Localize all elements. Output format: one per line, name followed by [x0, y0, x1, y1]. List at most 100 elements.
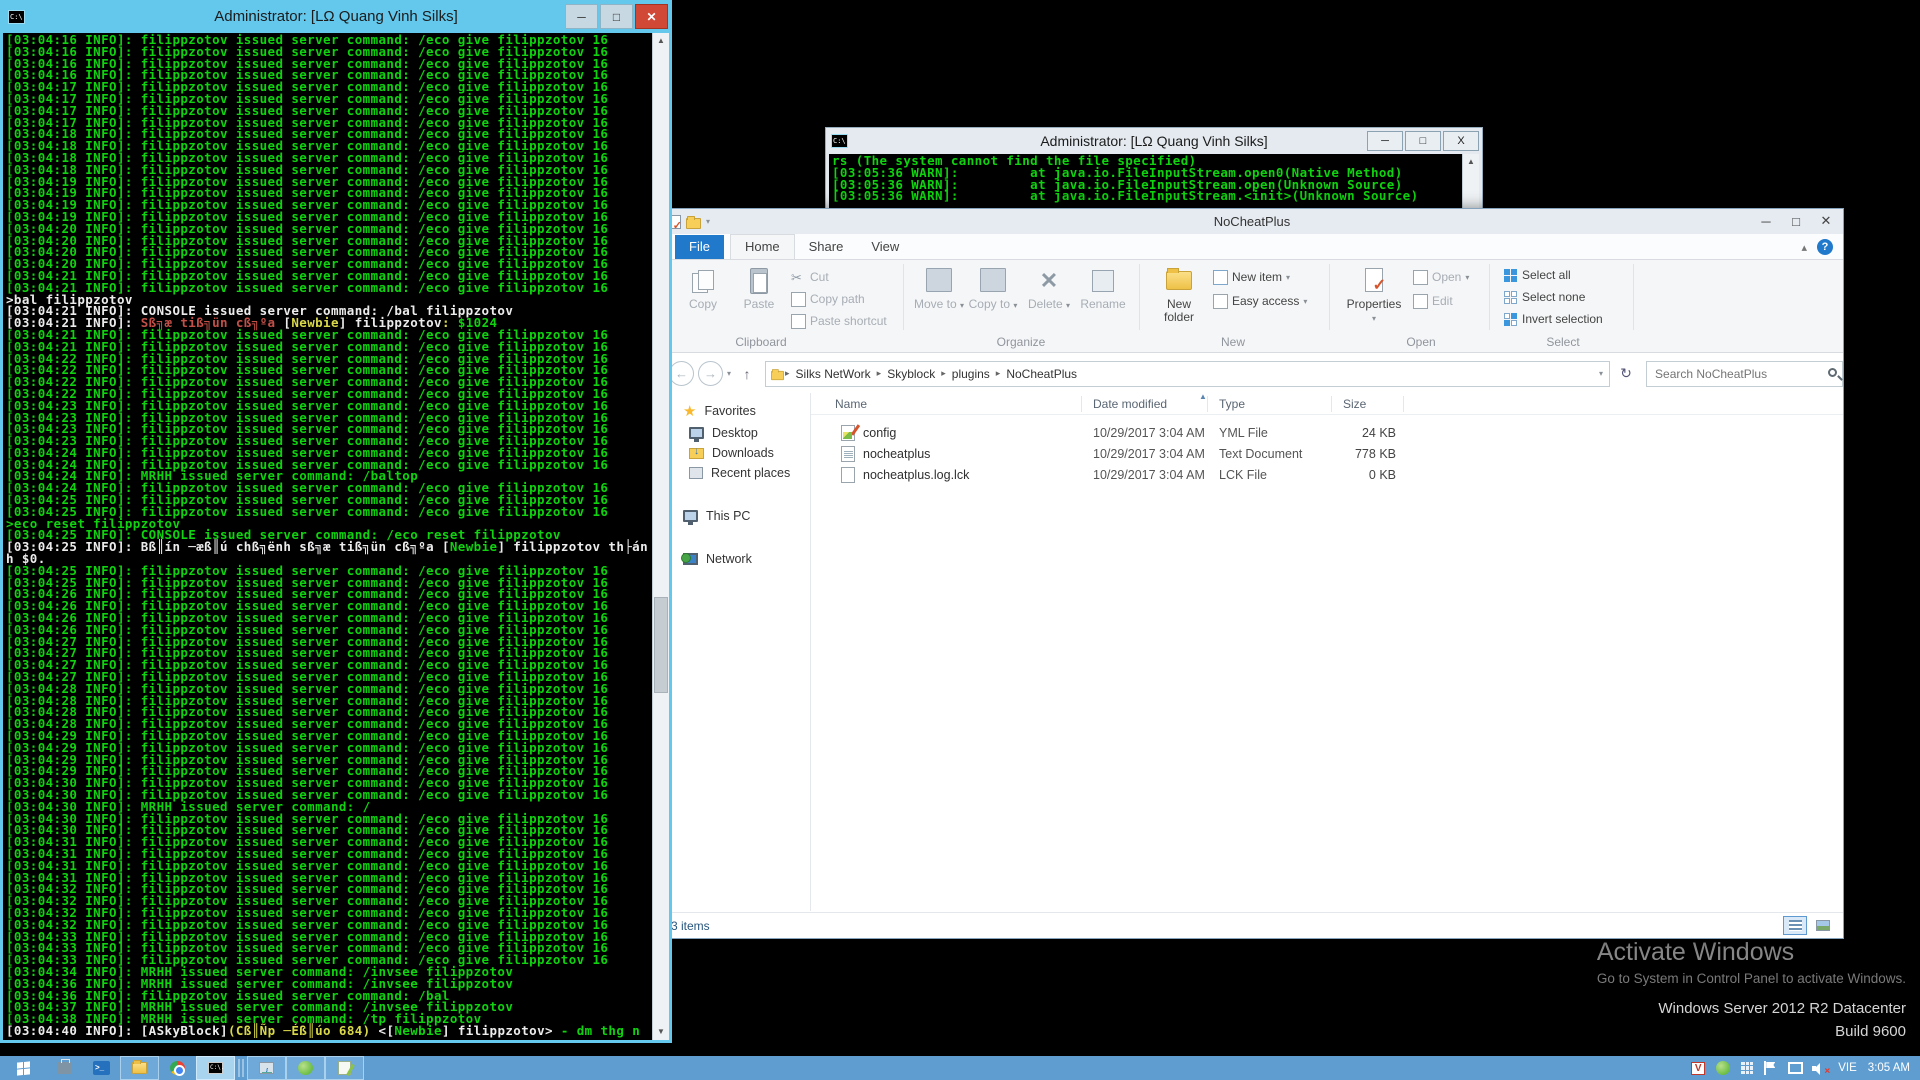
server-console-output: [03:04:16 INFO]: filippzotov issued serv…: [3, 33, 652, 1040]
delete-button[interactable]: ✕ Delete ▾: [1023, 266, 1075, 312]
back-button[interactable]: ←: [669, 361, 694, 386]
column-header-name[interactable]: Name: [835, 397, 867, 411]
breadcrumb-item[interactable]: plugins: [946, 367, 996, 381]
server-console-window[interactable]: C:\ Administrator: [LΩ Quang Vinh Silks]…: [0, 0, 672, 1043]
details-view-icon: [1789, 920, 1802, 931]
taskbar-item-chrome[interactable]: [159, 1056, 196, 1080]
address-dropdown-icon[interactable]: ▾: [1599, 369, 1603, 378]
organize-group-label: Organize: [961, 335, 1081, 349]
column-header-modified[interactable]: Date modified: [1093, 397, 1167, 411]
notepad-icon: [338, 1061, 351, 1075]
tray-green-app-icon[interactable]: [1716, 1061, 1730, 1075]
background-console-titlebar[interactable]: C:\ Administrator: [LΩ Quang Vinh Silks]…: [826, 128, 1482, 154]
tab-home[interactable]: Home: [730, 234, 795, 259]
taskbar-item-server-manager[interactable]: [46, 1056, 83, 1080]
ribbon-divider: [903, 264, 904, 330]
start-button[interactable]: [0, 1056, 46, 1080]
language-indicator[interactable]: VIE: [1838, 1062, 1857, 1074]
edit-icon: [1413, 294, 1428, 309]
refresh-button[interactable]: ↻: [1614, 362, 1638, 386]
easy-access-button[interactable]: Easy access▾: [1213, 292, 1307, 310]
file-list: ▲ Name Date modified Type Size config 10…: [811, 393, 1843, 911]
server-console-scrollbar[interactable]: ▲ ▼: [652, 33, 669, 1040]
maximize-button[interactable]: □: [1405, 131, 1441, 151]
open-button[interactable]: Open▾: [1413, 268, 1469, 286]
copy-to-button[interactable]: Copy to ▾: [967, 266, 1019, 312]
new-folder-button[interactable]: Newfolder: [1153, 266, 1205, 324]
breadcrumb-item[interactable]: Skyblock: [881, 367, 941, 381]
properties-button[interactable]: Properties ▾: [1343, 266, 1405, 325]
sidebar-item-network[interactable]: Network: [683, 549, 752, 569]
action-center-flag-icon[interactable]: [1764, 1061, 1776, 1075]
maximize-button[interactable]: □: [600, 4, 633, 29]
details-view-button[interactable]: [1783, 916, 1807, 935]
tab-file[interactable]: File: [675, 235, 724, 259]
edit-button[interactable]: Edit: [1413, 292, 1453, 310]
tray-v-app-icon[interactable]: V: [1691, 1062, 1705, 1075]
help-icon[interactable]: ?: [1817, 239, 1833, 255]
ribbon-divider: [1633, 264, 1634, 330]
maximize-button[interactable]: □: [1781, 209, 1811, 233]
select-all-button[interactable]: Select all: [1503, 266, 1571, 284]
taskbar-item-green-app[interactable]: [286, 1056, 325, 1080]
thumbnails-view-button[interactable]: [1811, 916, 1835, 935]
scroll-up-icon[interactable]: ▲: [653, 33, 669, 49]
clock[interactable]: 3:05 AM: [1868, 1062, 1910, 1074]
breadcrumb-item[interactable]: NoCheatPlus: [1000, 367, 1083, 381]
move-to-icon: [924, 266, 954, 296]
column-header-type[interactable]: Type: [1219, 397, 1245, 411]
taskbar-item-powershell[interactable]: >_: [83, 1056, 120, 1080]
tray-network-icon[interactable]: [1787, 1062, 1801, 1074]
minimize-button[interactable]: ─: [1367, 131, 1403, 151]
explorer-titlebar[interactable]: ▾ NoCheatPlus ─ □ ✕: [661, 209, 1843, 234]
server-console-titlebar[interactable]: C:\ Administrator: [LΩ Quang Vinh Silks]…: [0, 0, 672, 33]
column-header-size[interactable]: Size: [1343, 397, 1366, 411]
close-button[interactable]: ✕: [635, 4, 668, 29]
cut-button[interactable]: Cut: [791, 268, 829, 286]
minimize-button[interactable]: ─: [565, 4, 598, 29]
search-icon[interactable]: [1828, 368, 1837, 377]
tab-share[interactable]: Share: [795, 235, 858, 259]
tab-view[interactable]: View: [857, 235, 913, 259]
explorer-window[interactable]: ▾ NoCheatPlus ─ □ ✕ File Home Share View…: [660, 208, 1844, 939]
new-item-icon: [1213, 270, 1228, 285]
recent-locations-icon[interactable]: ▾: [727, 369, 731, 378]
sidebar-item-this-pc[interactable]: This PC: [683, 506, 750, 526]
tray-grid-icon[interactable]: [1741, 1062, 1753, 1074]
copy-button[interactable]: Copy: [677, 266, 729, 311]
sidebar-item-recent-places[interactable]: Recent places: [689, 463, 790, 483]
taskbar-item-file-explorer[interactable]: [120, 1056, 159, 1080]
rename-button[interactable]: Rename: [1077, 266, 1129, 311]
minimize-ribbon-icon[interactable]: ▴: [1801, 241, 1807, 254]
taskbar-item-performance-monitor[interactable]: [247, 1056, 286, 1080]
move-to-button[interactable]: Move to ▾: [913, 266, 965, 312]
new-item-button[interactable]: New item▾: [1213, 268, 1290, 286]
scroll-up-icon[interactable]: ▲: [1463, 154, 1479, 170]
breadcrumb[interactable]: ▸ Silks NetWork▸ Skyblock▸ plugins▸ NoCh…: [765, 361, 1610, 387]
scrollbar-thumb[interactable]: [654, 597, 668, 693]
file-row-nocheatplus-log-lck[interactable]: nocheatplus.log.lck 10/29/2017 3:04 AM L…: [811, 465, 1843, 486]
sidebar-item-desktop[interactable]: Desktop: [689, 423, 758, 443]
file-row-config[interactable]: config 10/29/2017 3:04 AM YML File 24 KB: [811, 423, 1843, 444]
invert-selection-button[interactable]: Invert selection: [1503, 310, 1603, 328]
close-button[interactable]: ✕: [1811, 209, 1841, 233]
search-input[interactable]: [1647, 362, 1842, 386]
select-none-button[interactable]: Select none: [1503, 288, 1585, 306]
sidebar-item-downloads[interactable]: Downloads: [689, 443, 774, 463]
volume-muted-icon[interactable]: ×: [1812, 1062, 1827, 1075]
sidebar-item-favorites[interactable]: ★Favorites: [683, 401, 756, 421]
minimize-button[interactable]: ─: [1751, 209, 1781, 233]
taskbar-item-notepad[interactable]: [325, 1056, 364, 1080]
search-box[interactable]: [1646, 361, 1843, 387]
scroll-down-icon[interactable]: ▼: [653, 1024, 669, 1040]
close-button[interactable]: X: [1443, 131, 1479, 151]
paste-shortcut-button[interactable]: Paste shortcut: [791, 312, 887, 330]
paste-button[interactable]: Paste: [733, 266, 785, 311]
file-row-nocheatplus[interactable]: nocheatplus 10/29/2017 3:04 AM Text Docu…: [811, 444, 1843, 465]
forward-button[interactable]: →: [698, 361, 723, 386]
taskbar-item-command-prompt[interactable]: C:\.: [196, 1056, 235, 1080]
performance-monitor-icon: [259, 1062, 274, 1074]
copy-path-button[interactable]: Copy path: [791, 290, 865, 308]
up-button[interactable]: ↑: [735, 362, 759, 386]
breadcrumb-item[interactable]: Silks NetWork: [790, 367, 877, 381]
